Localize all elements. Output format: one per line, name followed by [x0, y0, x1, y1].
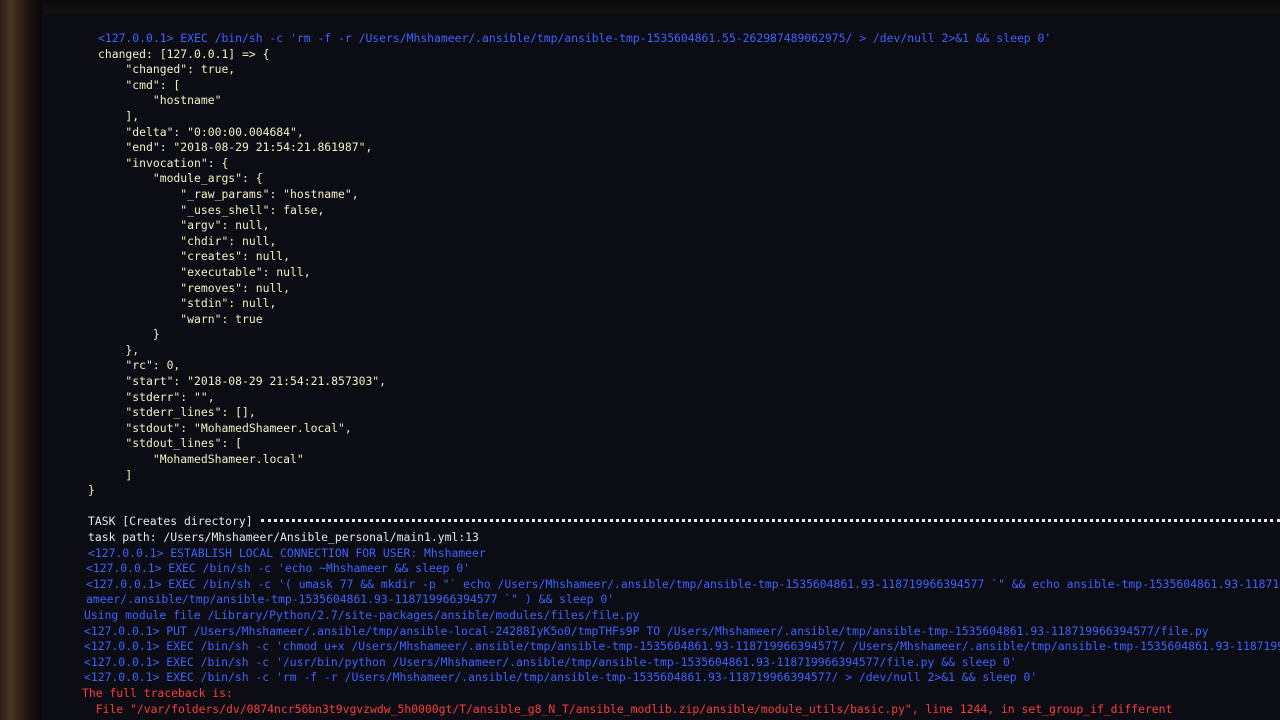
terminal-line: "_raw_params": "hostname",: [98, 186, 359, 201]
terminal-line: "stderr_lines": [],: [98, 405, 256, 420]
terminal-line: ]: [98, 467, 133, 482]
terminal-line: <127.0.0.1> PUT /Users/Mhshameer/.ansibl…: [84, 623, 1209, 638]
terminal-line: "executable": null,: [98, 264, 311, 279]
terminal-output[interactable]: <127.0.0.1> EXEC /bin/sh -c 'rm -f -r /U…: [42, 14, 1280, 720]
terminal-line: "stderr": "",: [98, 389, 215, 404]
terminal-line: "end": "2018-08-29 21:54:21.861987",: [98, 140, 373, 155]
terminal-line: "hostname": [98, 93, 222, 108]
terminal-line: <127.0.0.1> ESTABLISH LOCAL CONNECTION F…: [88, 545, 486, 560]
task-separator-stars: [260, 519, 1280, 528]
terminal-window[interactable]: <127.0.0.1> EXEC /bin/sh -c 'rm -f -r /U…: [42, 14, 1280, 720]
terminal-line: File "/var/folders/dv/0874ncr56bn3t9vgvz…: [82, 701, 1173, 716]
terminal-line: "argv": null,: [98, 218, 270, 233]
terminal-line: The full traceback is:: [82, 685, 233, 700]
terminal-line: "creates": null,: [98, 249, 291, 264]
terminal-line: Using module file /Library/Python/2.7/si…: [84, 607, 640, 622]
monitor-bezel-left: [0, 0, 42, 720]
terminal-line: <127.0.0.1> EXEC /bin/sh -c 'echo ~Mhsha…: [86, 561, 471, 576]
terminal-line: }: [98, 327, 160, 342]
terminal-line: }: [88, 483, 95, 498]
terminal-line: "module_args": {: [98, 171, 263, 186]
terminal-line: "invocation": {: [98, 155, 229, 170]
terminal-line: "rc": 0,: [98, 358, 181, 373]
terminal-line: <127.0.0.1> EXEC /bin/sh -c 'rm -f -r /U…: [98, 31, 1052, 45]
terminal-line: ],: [98, 108, 140, 123]
terminal-line: "start": "2018-08-29 21:54:21.857303",: [98, 374, 387, 389]
terminal-line: "stdin": null,: [98, 296, 277, 311]
terminal-line: "chdir": null,: [98, 233, 277, 248]
terminal-line: <127.0.0.1> EXEC /bin/sh -c 'rm -f -r /U…: [84, 670, 1038, 685]
terminal-line: "cmd": [: [98, 77, 181, 92]
terminal-line: <127.0.0.1> EXEC /bin/sh -c '( umask 77 …: [86, 576, 1280, 591]
terminal-line: changed: [127.0.0.1] => {: [98, 46, 270, 61]
terminal-line: "changed": true,: [98, 62, 236, 77]
terminal-line: },: [98, 342, 140, 357]
terminal-line: "stdout": "MohamedShameer.local",: [98, 420, 352, 435]
terminal-line: "_uses_shell": false,: [98, 202, 325, 217]
terminal-line: <127.0.0.1> EXEC /bin/sh -c 'chmod u+x /…: [84, 639, 1280, 654]
terminal-line: task path: /Users/Mhshameer/Ansible_pers…: [88, 530, 479, 544]
terminal-line: "delta": "0:00:00.004684",: [98, 124, 304, 139]
terminal-line: "stdout_lines": [: [98, 436, 243, 451]
terminal-line: "removes": null,: [98, 280, 291, 295]
terminal-line: <127.0.0.1> EXEC /bin/sh -c '/usr/bin/py…: [84, 654, 1017, 669]
terminal-line: "warn": true: [98, 311, 263, 326]
terminal-line: ameer/.ansible/tmp/ansible-tmp-153560486…: [86, 592, 615, 607]
terminal-line: "MohamedShameer.local": [98, 452, 304, 467]
